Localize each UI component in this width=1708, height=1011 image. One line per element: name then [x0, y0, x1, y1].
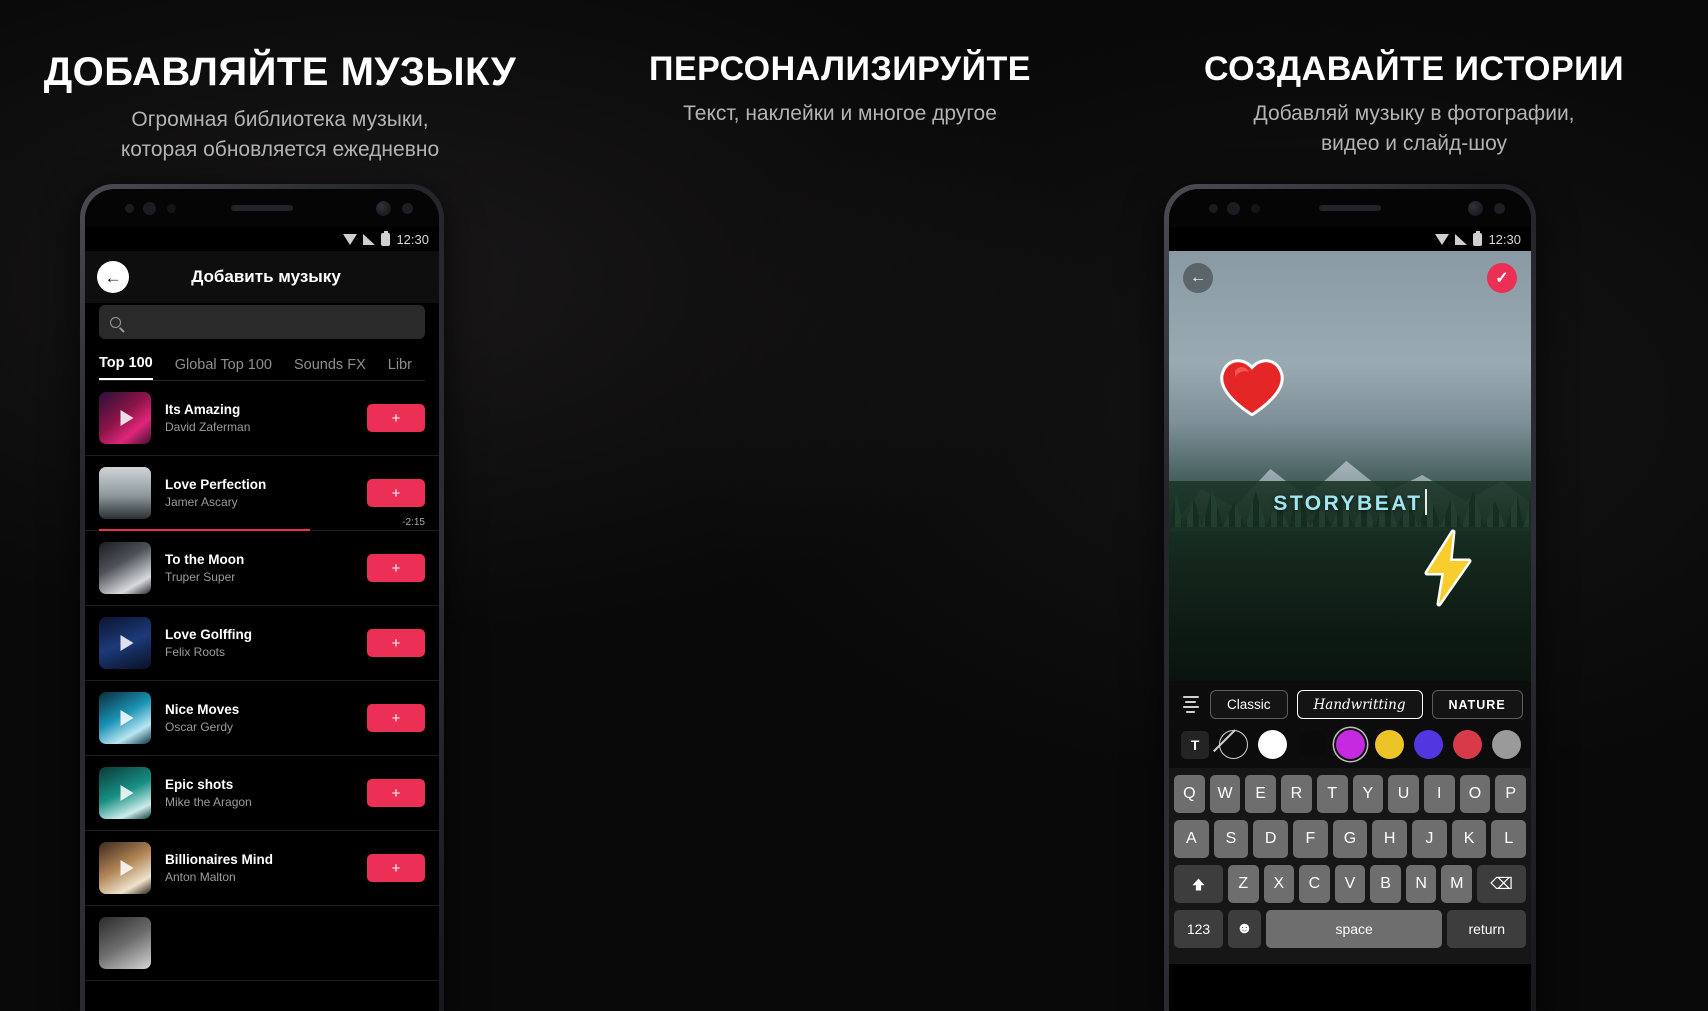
panel-create-stories: СОЗДАВАЙТЕ ИСТОРИИ Добавляй музыку в фот… [1120, 0, 1708, 1011]
panel-3-heading: СОЗДАВАЙТЕ ИСТОРИИ Добавляй музыку в фот… [1120, 52, 1708, 159]
music-header: ← Добавить музыку [85, 251, 439, 303]
panel-3-title: СОЗДАВАЙТЕ ИСТОРИИ [1203, 50, 1625, 88]
promo-screenshot: ДОБАВЛЯЙТЕ МУЗЫКУ Огромная библиотека му… [0, 0, 1708, 1011]
panel-3-subtitle-line1: Добавляй музыку в фотографии, [1253, 102, 1575, 125]
panel-personalize: ПЕРСОНАЛИЗИРУЙТЕ Текст, наклейки и много… [560, 0, 1536, 1011]
iris-scanner-icon [376, 201, 391, 216]
led-icon [402, 203, 413, 214]
panel-1-title: ДОБАВЛЯЙТЕ МУЗЫКУ [43, 50, 517, 94]
song-artwork [99, 617, 151, 669]
panel-3-subtitle-line2: видео и слайд-шоу [1320, 131, 1508, 155]
song-row[interactable] [85, 906, 439, 981]
song-row[interactable]: Billionaires Mind Anton Malton + [85, 831, 439, 906]
phone-1-notch-bar [85, 189, 439, 227]
add-song-button[interactable]: + [367, 779, 425, 807]
panel-3-subtitle: Добавляй музыку в фотографии, видео и сл… [1120, 99, 1708, 159]
song-artwork [99, 542, 151, 594]
song-meta: Love Perfection Jamer Ascary [151, 477, 367, 509]
battery-icon [381, 230, 391, 246]
song-artist: David Zaferman [165, 420, 251, 434]
tab-library[interactable]: Libr [388, 357, 412, 380]
song-title: Epic shots [165, 777, 234, 792]
panel-1-subtitle-line1: Огромная библиотека музыки, [131, 108, 429, 131]
panel-2-subtitle-line1: Текст, наклейки и многое другое [683, 102, 997, 125]
search-icon [110, 316, 121, 328]
add-song-button[interactable]: + [367, 629, 425, 657]
sensor-icon [125, 204, 134, 213]
song-row[interactable]: Epic shots Mike the Aragon + [85, 756, 439, 831]
panel-2-heading: ПЕРСОНАЛИЗИРУЙТЕ Текст, наклейки и много… [560, 52, 1120, 129]
song-row[interactable]: To the Moon Truper Super + [85, 531, 439, 606]
song-artwork [99, 842, 151, 894]
song-artist: Truper Super [165, 570, 236, 584]
search-input[interactable] [99, 305, 425, 339]
panel-add-music: ДОБАВЛЯЙТЕ МУЗЫКУ Огромная библиотека му… [0, 0, 560, 1011]
play-icon[interactable] [120, 410, 134, 426]
song-artwork [99, 767, 151, 819]
tab-global-top-100[interactable]: Global Top 100 [175, 357, 272, 380]
signal-icon [363, 233, 376, 245]
music-tabs: Top 100 Global Top 100 Sounds FX Libr [85, 339, 439, 380]
song-title: Billionaires Mind [165, 852, 274, 867]
song-title: Its Amazing [165, 402, 241, 417]
phone-1-status-bar: 12:30 [85, 227, 439, 251]
front-camera-icon [143, 202, 156, 215]
song-artwork [99, 467, 151, 519]
song-artist: Felix Roots [165, 645, 226, 659]
song-title: Nice Moves [165, 702, 240, 717]
song-row[interactable]: Its Amazing David Zaferman + [85, 381, 439, 456]
play-icon[interactable] [120, 710, 134, 726]
panel-1-heading: ДОБАВЛЯЙТЕ МУЗЫКУ Огромная библиотека му… [0, 52, 560, 165]
song-title: Love Golffing [165, 627, 252, 642]
add-song-button[interactable]: + [367, 554, 425, 582]
page-title: Добавить музыку [191, 267, 341, 286]
add-song-button[interactable]: + [367, 479, 425, 507]
song-list: Its Amazing David Zaferman + Love Perfectio… [85, 381, 439, 981]
proximity-sensor-icon [167, 204, 176, 213]
song-meta: Its Amazing David Zaferman [151, 402, 367, 434]
add-song-button[interactable]: + [367, 854, 425, 882]
wifi-icon [343, 233, 358, 245]
song-artwork [99, 917, 151, 969]
panel-2-subtitle: Текст, наклейки и многое другое [560, 99, 1120, 129]
panel-2-title: ПЕРСОНАЛИЗИРУЙТЕ [649, 50, 1031, 88]
song-artist: Jamer Ascary [165, 495, 238, 509]
song-row[interactable]: Love Golffing Felix Roots + [85, 606, 439, 681]
song-title: To the Moon [165, 552, 245, 567]
song-row[interactable]: Nice Moves Oscar Gerdy + [85, 681, 439, 756]
panel-1-subtitle-line2: которая обновляется ежедневно [120, 137, 440, 161]
song-meta: Nice Moves Oscar Gerdy [151, 702, 367, 734]
status-bar-clock: 12:30 [396, 231, 429, 247]
song-artist: Anton Malton [165, 870, 236, 884]
play-icon[interactable] [120, 860, 134, 876]
song-artwork [99, 392, 151, 444]
tab-top-100[interactable]: Top 100 [99, 355, 153, 380]
song-artist: Mike the Aragon [165, 795, 252, 809]
remaining-time: -2:15 [402, 517, 425, 528]
song-title: Love Perfection [165, 477, 267, 492]
song-artist: Oscar Gerdy [165, 720, 234, 734]
tab-sounds-fx[interactable]: Sounds FX [294, 357, 366, 380]
earpiece-speaker [231, 205, 293, 211]
song-meta: Epic shots Mike the Aragon [151, 777, 367, 809]
panel-1-subtitle: Огромная библиотека музыки, которая обно… [0, 105, 560, 165]
add-song-button[interactable]: + [367, 404, 425, 432]
song-meta [151, 942, 425, 945]
song-meta: To the Moon Truper Super [151, 552, 367, 584]
song-artwork [99, 692, 151, 744]
phone-mockup-1: 12:30 ← Добавить музыку Top 100 Global T… [80, 184, 444, 1011]
song-meta: Love Golffing Felix Roots [151, 627, 367, 659]
phone-1-screen: 12:30 ← Добавить музыку Top 100 Global T… [85, 189, 439, 1011]
song-row[interactable]: Love Perfection Jamer Ascary + -2:15 [85, 456, 439, 531]
play-icon[interactable] [120, 785, 134, 801]
back-button[interactable]: ← [97, 261, 129, 293]
add-song-button[interactable]: + [367, 704, 425, 732]
song-meta: Billionaires Mind Anton Malton [151, 852, 367, 884]
play-icon[interactable] [120, 635, 134, 651]
